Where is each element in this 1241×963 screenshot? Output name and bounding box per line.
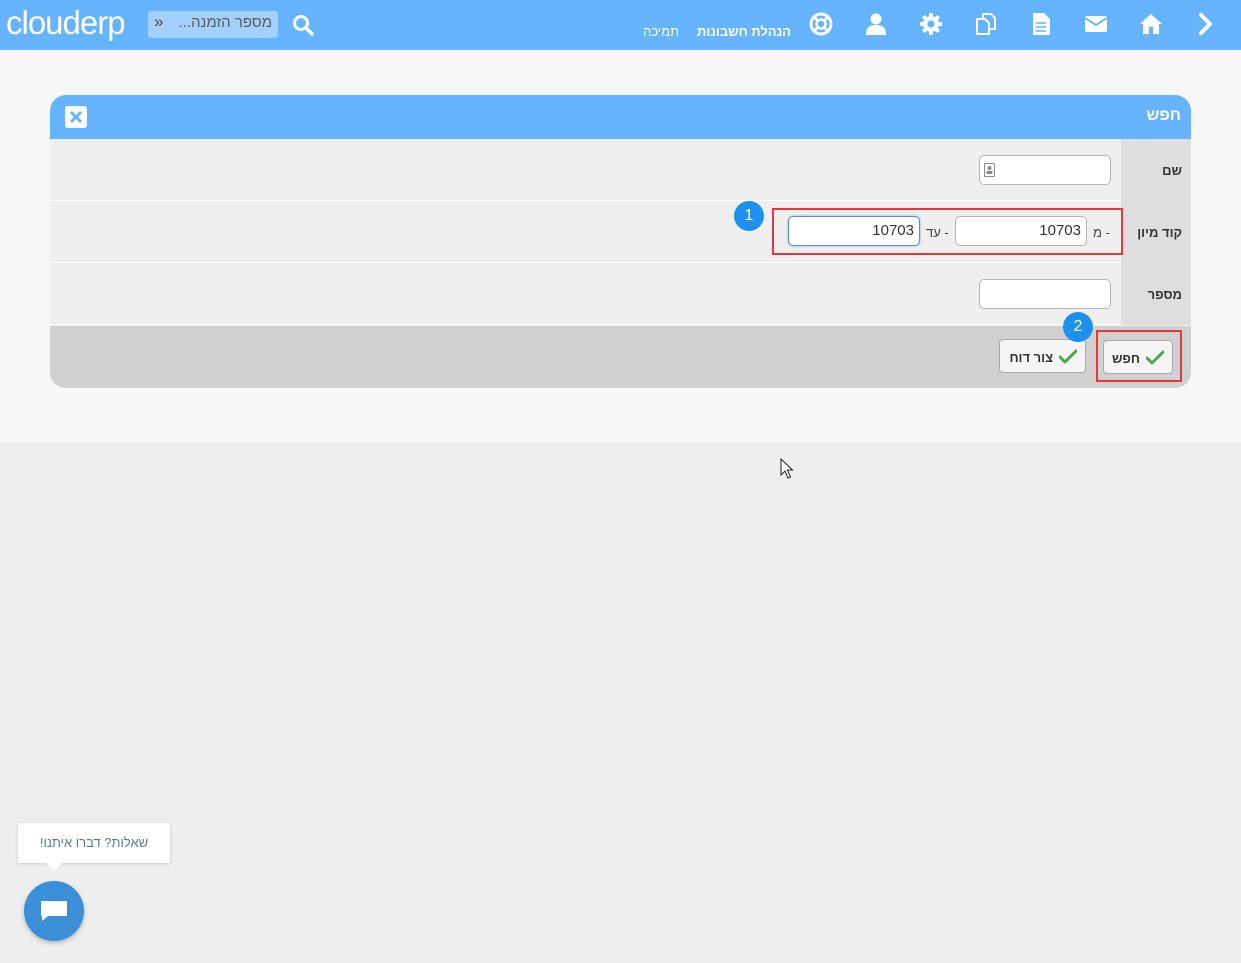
contact-card-icon: [984, 163, 995, 177]
create-report-button-label: צור דוח: [1009, 350, 1053, 365]
highlight-search-button: [1096, 330, 1182, 382]
order-search-input[interactable]: « מספר הזמנה...: [148, 11, 278, 38]
nav-accounting[interactable]: הנהלת חשבונות: [697, 24, 791, 39]
user-icon[interactable]: [864, 12, 888, 36]
home-icon[interactable]: [1139, 12, 1163, 36]
double-chevron-left-icon[interactable]: «: [154, 12, 163, 32]
logo[interactable]: clouderp: [6, 6, 126, 40]
step-badge-1: 1: [734, 201, 764, 231]
lifebuoy-icon[interactable]: [809, 12, 833, 36]
chat-button[interactable]: [24, 881, 84, 941]
document-icon[interactable]: [1029, 12, 1053, 36]
mouse-cursor-icon: [780, 458, 794, 479]
nav-support[interactable]: תמיכה: [643, 24, 679, 39]
top-bar: clouderp « מספר הזמנה... תמיכה הנהלת חשב…: [0, 0, 1241, 50]
chevron-right-icon[interactable]: [1194, 12, 1218, 36]
panel-title: חפש: [1146, 107, 1181, 124]
search-icon[interactable]: [292, 14, 314, 36]
chat-prompt[interactable]: שאלות? דברו איתנו!: [18, 823, 170, 871]
close-button[interactable]: [65, 106, 87, 128]
step-badge-2: 2: [1063, 312, 1093, 342]
mail-icon[interactable]: [1084, 12, 1108, 36]
create-report-button[interactable]: צור דוח: [999, 339, 1086, 373]
close-icon: [69, 110, 83, 124]
number-label: מספר: [1147, 287, 1182, 302]
row-number: מספר: [50, 263, 1191, 325]
panel-footer: חפש צור דוח: [50, 326, 1191, 388]
name-label: שם: [1162, 163, 1182, 178]
chat-prompt-text: שאלות? דברו איתנו!: [39, 835, 149, 850]
search-placeholder: מספר הזמנה...: [178, 14, 272, 31]
panel-header: חפש: [50, 95, 1191, 139]
highlight-sort-code: [772, 208, 1123, 255]
row-name: שם: [50, 139, 1191, 201]
number-input[interactable]: [979, 279, 1111, 309]
checkmark-icon: [1059, 349, 1077, 364]
chat-bubble-icon: [41, 901, 67, 921]
name-input[interactable]: [979, 155, 1111, 185]
sort-code-label: קוד מיון: [1137, 225, 1182, 240]
copy-icon[interactable]: [974, 12, 998, 36]
gear-icon[interactable]: [919, 12, 943, 36]
